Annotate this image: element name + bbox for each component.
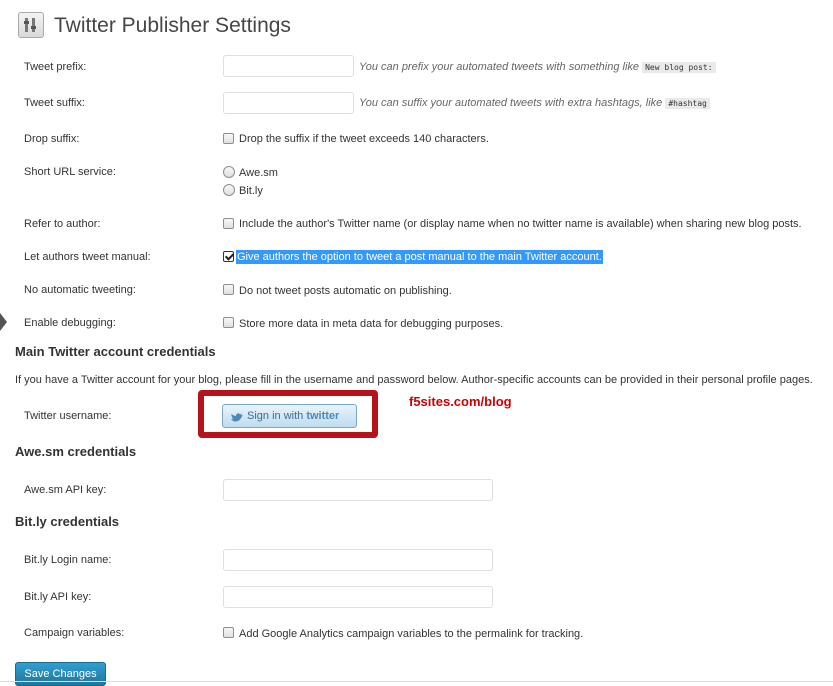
awesm-heading: Awe.sm credentials — [15, 444, 137, 459]
bitly-heading: Bit.ly credentials — [15, 514, 120, 529]
campaign-label: Campaign variables: — [24, 627, 125, 639]
awesm-api-key-input[interactable] — [223, 479, 493, 501]
drop-suffix-text: Drop the suffix if the tweet exceeds 140… — [239, 133, 489, 145]
campaign-checkbox[interactable] — [223, 627, 234, 638]
tweet-prefix-hint: You can prefix your automated tweets wit… — [359, 60, 716, 75]
twitter-bird-icon — [230, 410, 244, 432]
awesm-api-key-label: Awe.sm API key: — [24, 484, 107, 496]
refer-author-checkbox[interactable] — [223, 218, 234, 229]
refer-author-text: Include the author's Twitter name (or di… — [239, 218, 802, 230]
bitly-api-key-input[interactable] — [223, 586, 493, 608]
watermark-text: f5sites.com/blog — [409, 394, 512, 409]
twitter-username-label: Twitter username: — [24, 410, 112, 422]
let-authors-text: Give authors the option to tweet a post … — [236, 250, 603, 264]
sign-in-with-twitter-button[interactable]: Sign in with twitter — [222, 404, 357, 428]
no-auto-label: No automatic tweeting: — [24, 284, 136, 296]
debugging-checkbox[interactable] — [223, 317, 234, 328]
settings-icon — [18, 12, 44, 38]
tweet-prefix-input[interactable] — [223, 55, 354, 77]
tweet-suffix-hint-text: You can suffix your automated tweets wit… — [359, 97, 663, 109]
main-twitter-heading: Main Twitter account credentials — [15, 344, 216, 359]
tweet-suffix-label: Tweet suffix: — [24, 97, 85, 109]
twitter-wordmark: twitter — [306, 410, 340, 422]
no-auto-checkbox[interactable] — [223, 284, 234, 295]
bitly-login-input[interactable] — [223, 549, 493, 571]
save-changes-button[interactable]: Save Changes — [15, 662, 106, 686]
sign-in-prefix: Sign in with — [247, 410, 304, 422]
sign-in-button-label: Sign in with twitter — [247, 405, 339, 427]
let-authors-label: Let authors tweet manual: — [24, 251, 151, 263]
tweet-suffix-example: #hashtag — [665, 98, 710, 109]
main-twitter-description: If you have a Twitter account for your b… — [15, 374, 813, 386]
radio-bitly-label: Bit.ly — [239, 185, 263, 197]
bitly-api-key-label: Bit.ly API key: — [24, 591, 92, 603]
campaign-text: Add Google Analytics campaign variables … — [239, 628, 584, 640]
bitly-login-label: Bit.ly Login name: — [24, 554, 112, 566]
bottom-divider — [0, 681, 833, 682]
radio-bitly[interactable] — [223, 184, 235, 196]
radio-awesm-label: Awe.sm — [239, 167, 278, 179]
tweet-prefix-example: New blog post: — [642, 62, 716, 73]
tweet-prefix-label: Tweet prefix: — [24, 61, 87, 73]
drop-suffix-checkbox[interactable] — [223, 133, 234, 144]
drop-suffix-label: Drop suffix: — [24, 133, 80, 145]
collapse-arrow-icon[interactable] — [0, 313, 7, 331]
no-auto-text: Do not tweet posts automatic on publishi… — [239, 285, 452, 297]
page-title: Twitter Publisher Settings — [54, 14, 291, 37]
let-authors-checkbox[interactable] — [223, 251, 234, 262]
tweet-suffix-hint: You can suffix your automated tweets wit… — [359, 96, 710, 111]
short-url-label: Short URL service: — [24, 166, 116, 178]
debugging-text: Store more data in meta data for debuggi… — [239, 318, 504, 330]
refer-author-label: Refer to author: — [24, 218, 101, 230]
tweet-prefix-hint-text: You can prefix your automated tweets wit… — [359, 61, 640, 73]
radio-awesm[interactable] — [223, 166, 235, 178]
tweet-suffix-input[interactable] — [223, 92, 354, 114]
debugging-label: Enable debugging: — [24, 317, 116, 329]
